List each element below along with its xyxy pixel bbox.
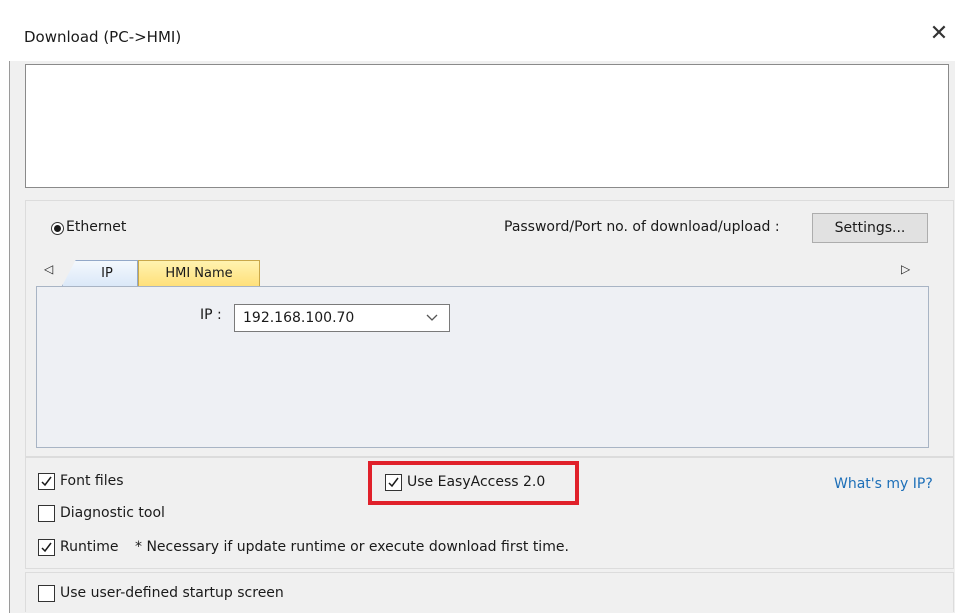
user-defined-startup-checkbox[interactable] [38,585,55,602]
checkmark-icon [41,542,52,553]
settings-button[interactable]: Settings... [812,213,928,243]
message-log-box [25,64,949,188]
window-title: Download (PC->HMI) [24,28,182,46]
user-defined-startup-label: Use user-defined startup screen [60,585,284,601]
whats-my-ip-link[interactable]: What's my IP? [834,476,933,492]
ethernet-label: Ethernet [66,219,127,235]
ip-combo-box[interactable]: 192.168.100.70 [234,304,450,332]
runtime-note: * Necessary if update runtime or execute… [135,539,569,555]
font-files-label: Font files [60,473,124,489]
use-easyaccess-checkbox[interactable] [385,474,402,491]
ip-field-label: IP : [200,307,222,323]
tab-hmi-name[interactable]: HMI Name [138,260,260,286]
ip-combo-value: 192.168.100.70 [243,310,355,326]
diagnostic-tool-checkbox[interactable] [38,505,55,522]
font-files-checkbox[interactable] [38,473,55,490]
close-icon: ✕ [929,21,949,46]
runtime-checkbox[interactable] [38,539,55,556]
tab-scroll-right-icon[interactable]: ▷ [901,262,910,276]
checkmark-icon [388,477,399,488]
tab-ip-label: IP [101,266,113,281]
tab-scroll-left-icon[interactable]: ◁ [44,262,53,276]
checkmark-icon [41,476,52,487]
chevron-down-icon [426,314,438,321]
diagnostic-tool-label: Diagnostic tool [60,505,165,521]
password-port-label: Password/Port no. of download/upload : [504,219,780,235]
title-bar: Download (PC->HMI) ✕ [9,9,955,61]
close-button[interactable]: ✕ [924,20,954,48]
runtime-label: Runtime [60,539,119,555]
tab-hmi-name-label: HMI Name [165,266,233,281]
ip-tab-panel [36,286,929,448]
ethernet-radio[interactable] [51,222,64,235]
use-easyaccess-label: Use EasyAccess 2.0 [407,474,546,490]
